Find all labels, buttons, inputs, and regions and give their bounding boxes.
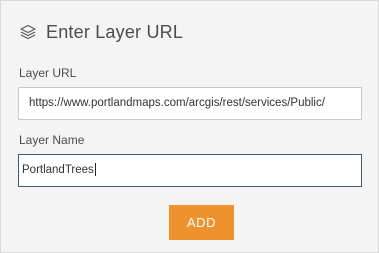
layer-url-input[interactable]: https://www.portlandmaps.com/arcgis/rest… xyxy=(18,87,362,120)
text-cursor xyxy=(94,163,96,177)
enter-layer-url-panel: Enter Layer URL Layer URL https://www.po… xyxy=(0,0,379,253)
layer-name-value: PortlandTrees xyxy=(22,164,94,176)
layers-icon xyxy=(19,23,37,41)
page-title: Enter Layer URL xyxy=(46,21,184,42)
layer-name-label: Layer Name xyxy=(19,133,85,147)
panel-header: Enter Layer URL xyxy=(19,19,183,45)
layer-url-label: Layer URL xyxy=(19,66,77,80)
layer-name-input[interactable]: PortlandTrees xyxy=(18,154,362,187)
add-button[interactable]: ADD xyxy=(169,205,234,240)
